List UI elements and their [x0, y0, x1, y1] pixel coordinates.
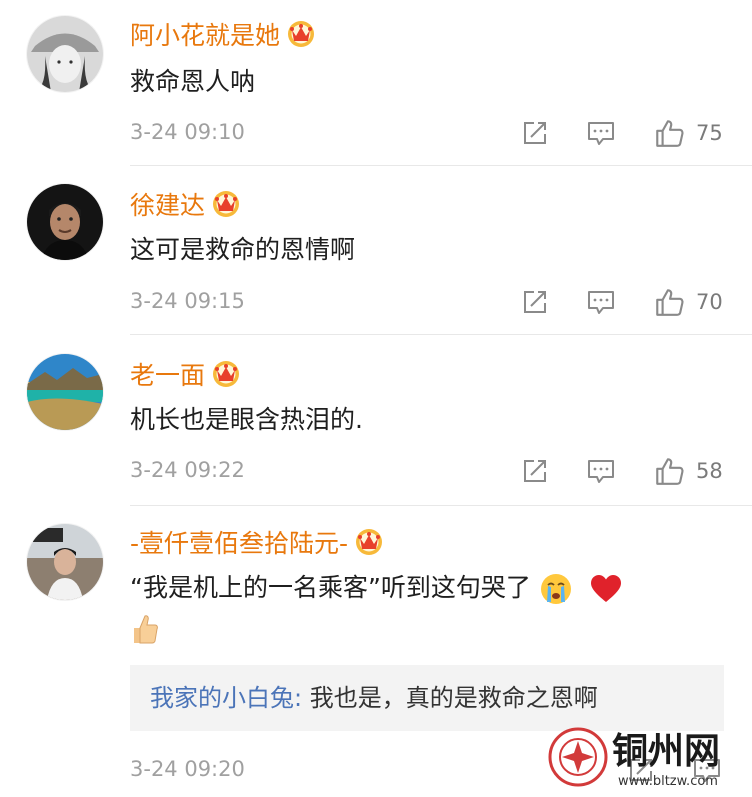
- comment-text: 这可是救命的恩情啊: [130, 235, 356, 264]
- crown-badge-icon: [354, 526, 384, 556]
- thumbs-up-icon: [134, 615, 158, 644]
- action-bar: 70: [516, 283, 726, 321]
- comment-text: “我是机上的一名乘客”听到这句哭了: [130, 568, 730, 648]
- action-bar: 75: [516, 114, 726, 152]
- avatar[interactable]: [27, 16, 103, 92]
- comment-item: 阿小花就是她 救命恩人呐 3-24 09:10 75: [0, 0, 752, 166]
- svg-text:www.bltzw.com: www.bltzw.com: [618, 774, 718, 789]
- repost-icon[interactable]: [516, 452, 554, 490]
- username[interactable]: -壹仟壹佰叁拾陆元-: [130, 526, 384, 561]
- like-count: 58: [696, 459, 723, 483]
- comment-text: 机长也是眼含热泪的.: [130, 405, 363, 434]
- timestamp: 3-24 09:22: [130, 458, 245, 482]
- comment-item: 徐建达 这可是救命的恩情啊 3-24 09:15 70: [0, 166, 752, 336]
- reply-box[interactable]: 我家的小白兔: 我也是，真的是救命之恩啊: [130, 665, 724, 731]
- crown-badge-icon: [211, 188, 241, 218]
- avatar[interactable]: [27, 354, 103, 430]
- action-bar: 58: [516, 452, 726, 490]
- comment-icon[interactable]: [582, 452, 620, 490]
- site-logo-icon: 铜州网 www.bltzw.com: [548, 727, 720, 789]
- comment-icon[interactable]: [582, 283, 620, 321]
- timestamp: 3-24 09:15: [130, 289, 245, 313]
- crying-face-icon: [540, 574, 571, 604]
- comment-item: 老一面 机长也是眼含热泪的. 3-24 09:22 58: [0, 336, 752, 506]
- heart-icon: [590, 575, 621, 602]
- comment-icon[interactable]: [582, 114, 620, 152]
- username[interactable]: 徐建达: [130, 188, 241, 223]
- divider: [130, 334, 752, 335]
- repost-icon[interactable]: [516, 283, 554, 321]
- timestamp: 3-24 09:10: [130, 120, 245, 144]
- avatar[interactable]: [27, 184, 103, 260]
- reply-text: 我也是，真的是救命之恩啊: [309, 684, 598, 712]
- username[interactable]: 老一面: [130, 358, 241, 393]
- repost-icon[interactable]: [516, 114, 554, 152]
- svg-text:铜州网: 铜州网: [612, 730, 720, 772]
- like-count: 70: [696, 290, 723, 314]
- username[interactable]: 阿小花就是她: [130, 18, 316, 53]
- like-icon[interactable]: [650, 283, 688, 321]
- like-icon[interactable]: [650, 114, 688, 152]
- site-watermark: 铜州网 www.bltzw.com: [546, 723, 746, 793]
- like-icon[interactable]: [650, 452, 688, 490]
- reply-username[interactable]: 我家的小白兔: [150, 684, 294, 712]
- avatar[interactable]: [27, 524, 103, 600]
- comment-text: 救命恩人呐: [130, 67, 256, 96]
- crown-badge-icon: [286, 18, 316, 48]
- crown-badge-icon: [211, 358, 241, 388]
- like-count: 75: [696, 121, 723, 145]
- timestamp: 3-24 09:20: [130, 757, 245, 781]
